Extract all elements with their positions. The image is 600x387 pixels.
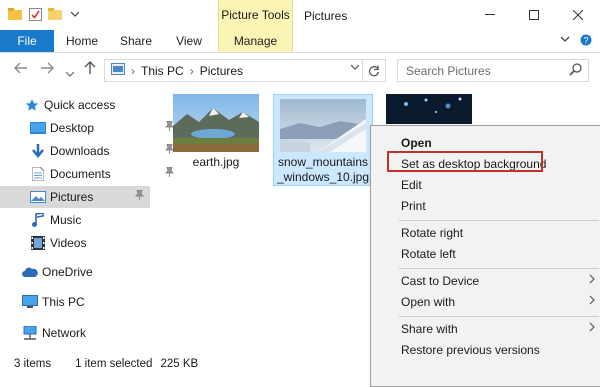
sidebar-item-label: OneDrive <box>42 265 93 279</box>
ribbon-tabs: File Home Share View Manage ? <box>0 30 600 53</box>
chevron-down-icon[interactable] <box>68 7 82 21</box>
file-name-line-1: snow_mountains <box>277 155 369 169</box>
quick-access-toolbar <box>8 7 82 21</box>
image-thumbnail <box>280 99 366 152</box>
menu-separator <box>399 220 599 221</box>
sidebar-item-network[interactable]: Network <box>0 322 172 344</box>
menu-item-cast-to-device[interactable]: Cast to Device <box>401 271 479 291</box>
tab-share[interactable]: Share <box>112 30 160 52</box>
menu-item-open-with[interactable]: Open with <box>401 292 455 312</box>
search-input[interactable] <box>404 62 568 79</box>
item-count: 3 items <box>14 357 52 370</box>
file-tab[interactable]: File <box>0 30 54 52</box>
computer-icon <box>22 294 38 310</box>
menu-item-rotate-right[interactable]: Rotate right <box>401 223 463 243</box>
picture-tools-label: Picture Tools <box>218 0 293 30</box>
highlight-annotation <box>387 151 543 172</box>
download-icon <box>30 143 46 159</box>
address-bar[interactable]: › This PC › Pictures <box>104 59 386 82</box>
file-name: snow_mountains _windows_10.jpg <box>277 155 369 185</box>
network-icon <box>22 325 38 341</box>
sidebar-item-label: Desktop <box>50 121 95 135</box>
back-button[interactable] <box>14 61 28 77</box>
menu-item-print[interactable]: Print <box>401 196 426 216</box>
sidebar-item-label: Downloads <box>50 144 110 158</box>
svg-text:?: ? <box>583 36 588 46</box>
star-icon <box>24 97 40 113</box>
up-button[interactable] <box>84 61 96 78</box>
selection-count: 1 item selected <box>75 357 153 370</box>
file-name-line-2: _windows_10.jpg <box>276 170 370 184</box>
sidebar-item-label: Videos <box>50 236 87 250</box>
pin-icon[interactable] <box>135 189 144 202</box>
menu-item-edit[interactable]: Edit <box>401 175 422 195</box>
menu-separator <box>399 316 599 317</box>
pictures-icon <box>30 189 46 205</box>
sidebar-item-label: Pictures <box>50 190 94 204</box>
breadcrumb-this-pc[interactable]: This PC <box>141 64 184 78</box>
ribbon-controls: ? <box>560 34 592 49</box>
cloud-icon <box>22 264 38 280</box>
menu-item-open[interactable]: Open <box>401 133 432 153</box>
sidebar-item-label: Quick access <box>44 98 116 112</box>
new-folder-icon[interactable] <box>48 7 62 21</box>
music-icon <box>30 212 46 228</box>
recent-locations-icon[interactable] <box>65 64 75 80</box>
menu-separator <box>399 268 599 269</box>
search-icon[interactable] <box>569 63 582 79</box>
expand-ribbon-icon[interactable] <box>560 34 570 49</box>
file-item-windows-10[interactable] <box>386 94 472 124</box>
minimize-button[interactable] <box>468 0 512 30</box>
menu-item-rotate-left[interactable]: Rotate left <box>401 244 456 264</box>
submenu-arrow-icon <box>589 274 595 287</box>
window-controls <box>468 0 600 30</box>
window-title: Pictures <box>304 9 348 23</box>
sidebar-item-quick-access[interactable]: Quick access <box>0 94 174 116</box>
tab-manage[interactable]: Manage <box>218 30 293 52</box>
search-box[interactable] <box>397 59 589 82</box>
desktop-icon <box>30 120 46 136</box>
menu-item-share-with[interactable]: Share with <box>401 319 458 339</box>
image-thumbnail <box>173 94 259 152</box>
videos-icon <box>30 235 46 251</box>
navigation-pane: Quick access Desktop Downloads Documents <box>0 86 174 351</box>
file-item-snow-mountains[interactable]: snow_mountains _windows_10.jpg <box>273 94 373 186</box>
properties-icon[interactable] <box>28 7 42 21</box>
selection-size: 225 KB <box>160 357 199 370</box>
forward-button[interactable] <box>40 61 54 77</box>
pictures-location-icon <box>111 63 125 78</box>
submenu-arrow-icon <box>589 295 595 308</box>
address-row: › This PC › Pictures <box>0 53 600 85</box>
file-name: earth.jpg <box>192 155 240 169</box>
documents-icon <box>30 166 46 182</box>
tab-view[interactable]: View <box>166 30 212 52</box>
close-button[interactable] <box>556 0 600 30</box>
image-thumbnail <box>386 94 472 124</box>
address-dropdown-icon[interactable] <box>350 62 360 73</box>
title-bar: Picture Tools Pictures <box>0 0 600 30</box>
menu-item-restore-previous-versions[interactable]: Restore previous versions <box>401 340 540 360</box>
sidebar-item-label: Network <box>42 326 87 340</box>
refresh-icon[interactable] <box>362 60 385 81</box>
breadcrumb-separator-icon: › <box>131 63 135 78</box>
folder-icon[interactable] <box>8 7 22 21</box>
breadcrumb-pictures[interactable]: Pictures <box>200 64 243 78</box>
sidebar-item-label: This PC <box>42 295 85 309</box>
sidebar-item-label: Music <box>50 213 82 227</box>
sidebar-item-this-pc[interactable]: This PC <box>0 291 172 313</box>
help-icon[interactable]: ? <box>580 34 592 49</box>
maximize-button[interactable] <box>512 0 556 30</box>
file-item-earth[interactable]: earth.jpg <box>170 94 262 170</box>
submenu-arrow-icon <box>589 322 595 335</box>
tab-home[interactable]: Home <box>58 30 106 52</box>
breadcrumb-separator-icon: › <box>189 63 194 78</box>
sidebar-item-label: Documents <box>50 167 111 181</box>
sidebar-item-pictures[interactable]: Pictures <box>0 186 150 208</box>
sidebar-item-onedrive[interactable]: OneDrive <box>0 261 172 283</box>
